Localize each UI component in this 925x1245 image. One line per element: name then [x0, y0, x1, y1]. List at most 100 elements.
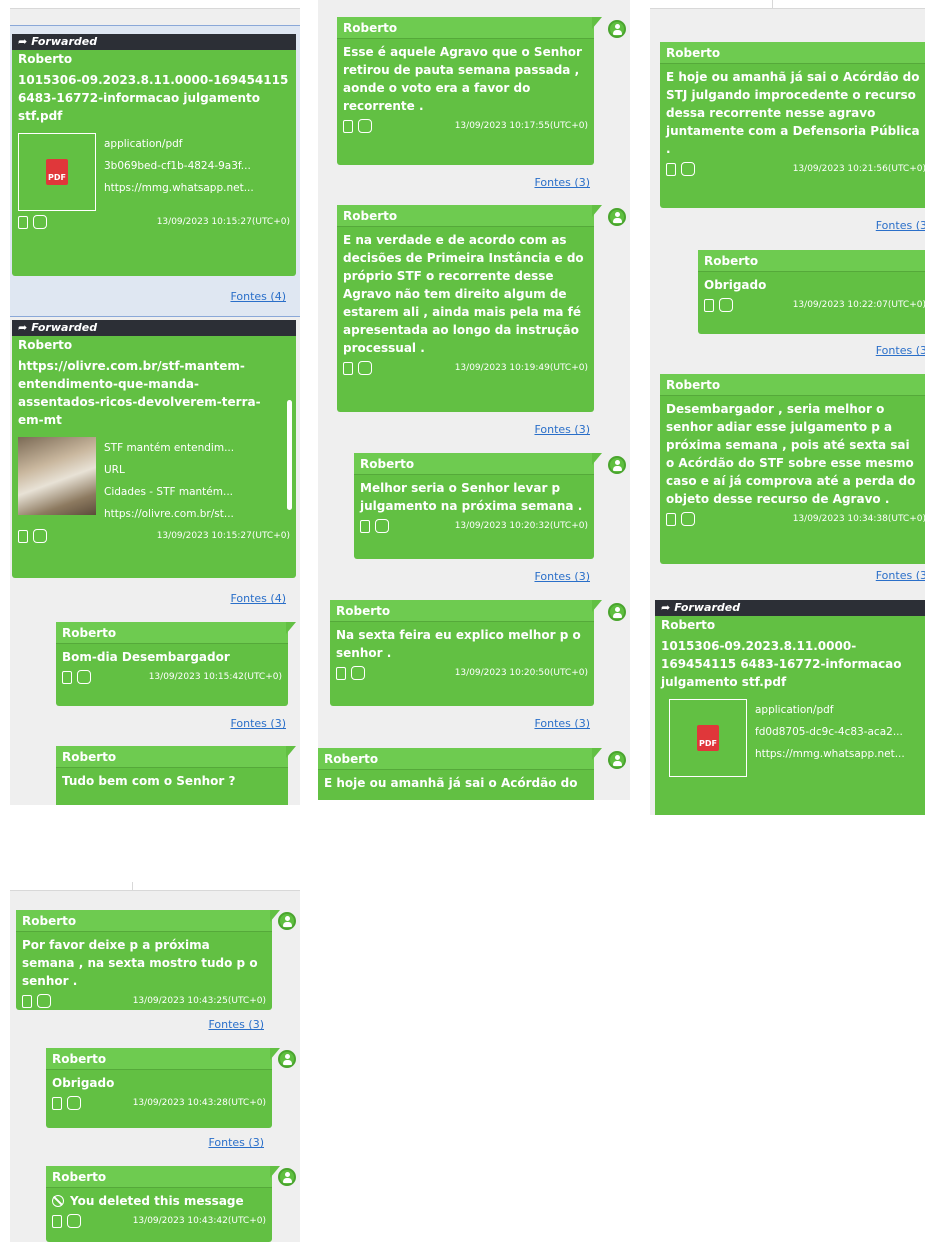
- contacts-icon: [375, 519, 389, 533]
- contacts-icon: [719, 298, 733, 312]
- contacts-icon: [33, 529, 47, 543]
- pdf-attachment[interactable]: PDF application/pdf 3b069bed-cf1b-4824-9…: [12, 127, 296, 213]
- sender-name: Roberto: [56, 622, 288, 644]
- sender-name: Roberto: [46, 1048, 272, 1070]
- sources-link[interactable]: Fontes (3): [534, 570, 590, 583]
- tab[interactable]: [10, 882, 133, 891]
- sender-name: Roberto: [337, 17, 594, 39]
- message-text: Obrigado: [52, 1076, 115, 1090]
- message-bubble[interactable]: Roberto You deleted this message 13/09/2…: [46, 1166, 280, 1242]
- avatar: [608, 751, 626, 769]
- tab[interactable]: [650, 0, 773, 9]
- forward-arrow-icon: ➦: [18, 35, 28, 48]
- sender-name: Roberto: [337, 205, 594, 227]
- attachment-id: fd0d8705-dc9c-4c83-aca2...: [755, 726, 903, 738]
- message-text: https://olivre.com.br/stf-mantem-entendi…: [18, 359, 261, 427]
- message-bubble[interactable]: Roberto E hoje ou amanhã já sai o Acórdã…: [660, 42, 925, 208]
- link-preview-image[interactable]: [18, 437, 96, 515]
- sender-name: Roberto: [330, 600, 594, 622]
- message-bubble[interactable]: Roberto Melhor seria o Senhor levar p ju…: [354, 453, 602, 559]
- message-text: Tudo bem com o Senhor ?: [62, 774, 236, 788]
- link-type: URL: [104, 464, 125, 476]
- phone-icon: [704, 298, 714, 312]
- pdf-thumbnail[interactable]: PDF: [669, 699, 747, 777]
- message-text: E hoje ou amanhã já sai o Acórdão do: [324, 776, 578, 790]
- sources-link[interactable]: Fontes (3): [230, 717, 286, 730]
- contacts-icon: [67, 1096, 81, 1110]
- link-preview[interactable]: STF mantém entendim... URL Cidades - STF…: [12, 431, 296, 527]
- message-bubble[interactable]: Roberto Tudo bem com o Senhor ?: [56, 746, 296, 805]
- sources-link[interactable]: Fontes (3: [876, 344, 925, 357]
- message-text: Por favor deixe p a próxima semana , na …: [22, 938, 258, 988]
- scrollbar-thumb[interactable]: [287, 400, 292, 510]
- timestamp: 13/09/2023 10:17:55(UTC+0): [454, 121, 588, 131]
- sources-link[interactable]: Fontes (3: [876, 219, 925, 232]
- sources-link[interactable]: Fontes (3): [208, 1136, 264, 1149]
- sources-link[interactable]: Fontes (4): [230, 290, 286, 303]
- sender-name: Roberto: [661, 618, 716, 632]
- attachment-url[interactable]: https://mmg.whatsapp.net...: [755, 743, 920, 765]
- sender-name: Roberto: [18, 338, 73, 352]
- phone-icon: [666, 162, 676, 176]
- timestamp: 13/09/2023 10:15:27(UTC+0): [156, 531, 290, 541]
- message-bubble[interactable]: Roberto Obrigado 13/09/2023 10:43:28(UTC…: [46, 1048, 280, 1128]
- contacts-icon: [67, 1214, 81, 1228]
- timestamp: 13/09/2023 10:19:49(UTC+0): [454, 363, 588, 373]
- message-bubble[interactable]: Roberto Desembargador , seria melhor o s…: [660, 374, 925, 564]
- message-meta: 13/09/2023 10:15:27(UTC+0): [12, 527, 296, 547]
- phone-icon: [22, 994, 32, 1008]
- message-bubble[interactable]: ➦ Forwarded Roberto https://olivre.com.br…: [12, 320, 296, 578]
- message-text: Na sexta feira eu explico melhor p o sen…: [336, 628, 581, 660]
- sources-link[interactable]: Fontes (3): [534, 176, 590, 189]
- timestamp: 13/09/2023 10:15:42(UTC+0): [148, 672, 282, 682]
- timestamp: 13/09/2023 10:20:50(UTC+0): [454, 668, 588, 678]
- deleted-icon: [52, 1195, 64, 1207]
- avatar: [278, 1050, 296, 1068]
- message-meta: 13/09/2023 10:20:32(UTC+0): [354, 517, 594, 537]
- message-bubble[interactable]: Roberto Na sexta feira eu explico melhor…: [330, 600, 602, 706]
- sources-link[interactable]: Fontes (3): [208, 1018, 264, 1031]
- message-text: E hoje ou amanhã já sai o Acórdão do STJ…: [666, 70, 920, 156]
- message-meta: 13/09/2023 10:43:42(UTC+0): [46, 1212, 272, 1232]
- chat-panel-2: Roberto Esse é aquele Agravo que o Senho…: [318, 0, 630, 800]
- message-text: 1015306-09.2023.8.11.0000-169454115 6483…: [18, 73, 289, 123]
- message-text: E na verdade e de acordo com as decisões…: [343, 233, 584, 355]
- message-bubble[interactable]: Roberto E na verdade e de acordo com as …: [337, 205, 602, 412]
- message-bubble[interactable]: Roberto Por favor deixe p a próxima sema…: [16, 910, 280, 1010]
- message-bubble[interactable]: Roberto Obrigado 13/09/2023 10:22:07(UTC…: [698, 250, 925, 334]
- sources-link[interactable]: Fontes (4): [230, 592, 286, 605]
- message-bubble[interactable]: Roberto Esse é aquele Agravo que o Senho…: [337, 17, 602, 165]
- sources-link[interactable]: Fontes (3: [876, 569, 925, 582]
- pdf-attachment[interactable]: PDF application/pdf fd0d8705-dc9c-4c83-a…: [655, 693, 925, 779]
- link-title: STF mantém entendim...: [104, 442, 235, 454]
- sources-link[interactable]: Fontes (3): [534, 717, 590, 730]
- sender-name: Roberto: [354, 453, 594, 475]
- link-description: Cidades - STF mantém...: [104, 486, 233, 498]
- message-bubble[interactable]: ➦ Forwarded Roberto 1015306-09.2023.8.11.…: [655, 600, 925, 815]
- timestamp: 13/09/2023 10:20:32(UTC+0): [454, 521, 588, 531]
- contacts-icon: [358, 119, 372, 133]
- pdf-thumbnail[interactable]: PDF: [18, 133, 96, 211]
- message-meta: 13/09/2023 10:19:49(UTC+0): [337, 359, 594, 379]
- avatar: [608, 20, 626, 38]
- contacts-icon: [77, 670, 91, 684]
- message-scrollbar[interactable]: [287, 380, 292, 550]
- sender-name: Roberto: [660, 42, 925, 64]
- message-bubble[interactable]: Roberto E hoje ou amanhã já sai o Acórdã…: [318, 748, 602, 800]
- phone-icon: [360, 519, 370, 533]
- avatar: [608, 603, 626, 621]
- phone-icon: [18, 215, 28, 229]
- sender-name: Roberto: [46, 1166, 272, 1188]
- message-bubble[interactable]: ➦ Forwarded Roberto 1015306-09.2023.8.11.…: [12, 34, 296, 276]
- chat-panel-4: Roberto Por favor deixe p a próxima sema…: [10, 882, 300, 1242]
- timestamp: 13/09/2023 10:43:25(UTC+0): [132, 996, 266, 1006]
- forward-arrow-icon: ➦: [661, 601, 671, 614]
- message-meta: 13/09/2023 10:15:27(UTC+0): [12, 213, 296, 233]
- chat-panel-3: Roberto E hoje ou amanhã já sai o Acórdã…: [650, 0, 925, 815]
- attachment-info: application/pdf fd0d8705-dc9c-4c83-aca2.…: [747, 699, 920, 777]
- message-bubble[interactable]: Roberto Bom-dia Desembargador 13/09/2023…: [56, 622, 296, 706]
- link-url[interactable]: https://olivre.com.br/st...: [104, 503, 264, 525]
- sources-link[interactable]: Fontes (3): [534, 423, 590, 436]
- contacts-icon: [681, 512, 695, 526]
- attachment-url[interactable]: https://mmg.whatsapp.net...: [104, 177, 254, 199]
